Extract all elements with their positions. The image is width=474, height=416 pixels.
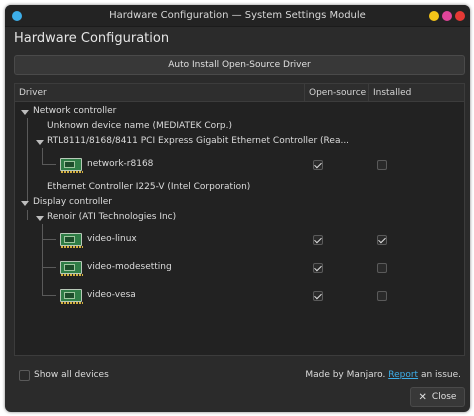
show-all-devices-checkbox[interactable]	[19, 370, 30, 381]
minimize-icon[interactable]	[429, 11, 439, 21]
close-icon: ✕	[418, 391, 427, 403]
made-by-text: Made by Manjaro.	[305, 370, 386, 380]
category-label: Network controller	[33, 106, 117, 116]
open-source-checkbox[interactable]	[313, 235, 323, 245]
close-window-icon[interactable]	[455, 11, 465, 21]
open-source-checkbox[interactable]	[313, 263, 323, 273]
driver-name: video-linux	[87, 234, 137, 244]
tree-row-rtl8111[interactable]: RTL8111/8168/8411 PCI Express Gigabit Et…	[15, 136, 464, 150]
category-label: Display controller	[33, 197, 112, 207]
driver-name: video-modesetting	[87, 262, 172, 272]
header-driver[interactable]: Driver	[15, 84, 305, 102]
auto-install-button[interactable]: Auto Install Open-Source Driver	[14, 55, 465, 75]
open-source-checkbox[interactable]	[313, 291, 323, 301]
network-card-icon	[60, 158, 83, 173]
an-issue-text: an issue.	[420, 370, 461, 380]
driver-name: network-r8168	[87, 159, 154, 169]
close-button-label: Close	[431, 392, 457, 402]
expand-arrow-icon[interactable]	[21, 201, 29, 206]
table-header: Driver Open-source Installed	[15, 84, 464, 102]
expand-arrow-icon[interactable]	[36, 140, 44, 145]
graphics-card-icon	[60, 233, 83, 248]
tree-row-video-vesa[interactable]: video-vesa	[15, 287, 464, 305]
expand-arrow-icon[interactable]	[21, 110, 29, 115]
window-title: Hardware Configuration — System Settings…	[109, 10, 366, 21]
driver-tree[interactable]: Driver Open-source Installed Network con…	[14, 83, 465, 356]
tree-row-network-controller[interactable]: Network controller	[15, 106, 464, 120]
tree-row-renoir[interactable]: Renoir (ATI Technologies Inc)	[15, 212, 464, 226]
graphics-card-icon	[60, 289, 83, 304]
tree-row-unknown-device[interactable]: Unknown device name (MEDIATEK Corp.)	[15, 121, 464, 135]
tree-row-display-controller[interactable]: Display controller	[15, 197, 464, 211]
tree-row-ethernet-i225[interactable]: Ethernet Controller I225-V (Intel Corpor…	[15, 182, 464, 196]
device-label: Renoir (ATI Technologies Inc)	[47, 212, 177, 222]
installed-checkbox[interactable]	[377, 235, 387, 245]
tree-row-network-r8168[interactable]: network-r8168	[15, 156, 464, 174]
device-label: Unknown device name (MEDIATEK Corp.)	[47, 121, 232, 131]
header-open-source[interactable]: Open-source	[305, 84, 369, 102]
close-button[interactable]: ✕ Close	[410, 387, 465, 407]
device-label: Ethernet Controller I225-V (Intel Corpor…	[47, 182, 251, 192]
show-all-devices-label[interactable]: Show all devices	[34, 370, 109, 380]
hardware-config-window: Hardware Configuration — System Settings…	[5, 5, 470, 412]
report-link[interactable]: Report	[388, 370, 418, 380]
driver-name: video-vesa	[87, 290, 136, 300]
installed-checkbox[interactable]	[377, 263, 387, 273]
page-title: Hardware Configuration	[14, 31, 170, 46]
header-installed[interactable]: Installed	[369, 84, 464, 102]
tree-row-video-linux[interactable]: video-linux	[15, 231, 464, 249]
tree-row-video-modesetting[interactable]: video-modesetting	[15, 259, 464, 277]
installed-checkbox[interactable]	[377, 160, 387, 170]
expand-arrow-icon[interactable]	[36, 216, 44, 221]
installed-checkbox[interactable]	[377, 291, 387, 301]
maximize-icon[interactable]	[442, 11, 452, 21]
open-source-checkbox[interactable]	[313, 160, 323, 170]
graphics-card-icon	[60, 261, 83, 276]
titlebar: Hardware Configuration — System Settings…	[5, 5, 470, 27]
credit-text: Made by Manjaro. Report an issue.	[305, 370, 461, 380]
device-label: RTL8111/8168/8411 PCI Express Gigabit Et…	[47, 136, 350, 146]
